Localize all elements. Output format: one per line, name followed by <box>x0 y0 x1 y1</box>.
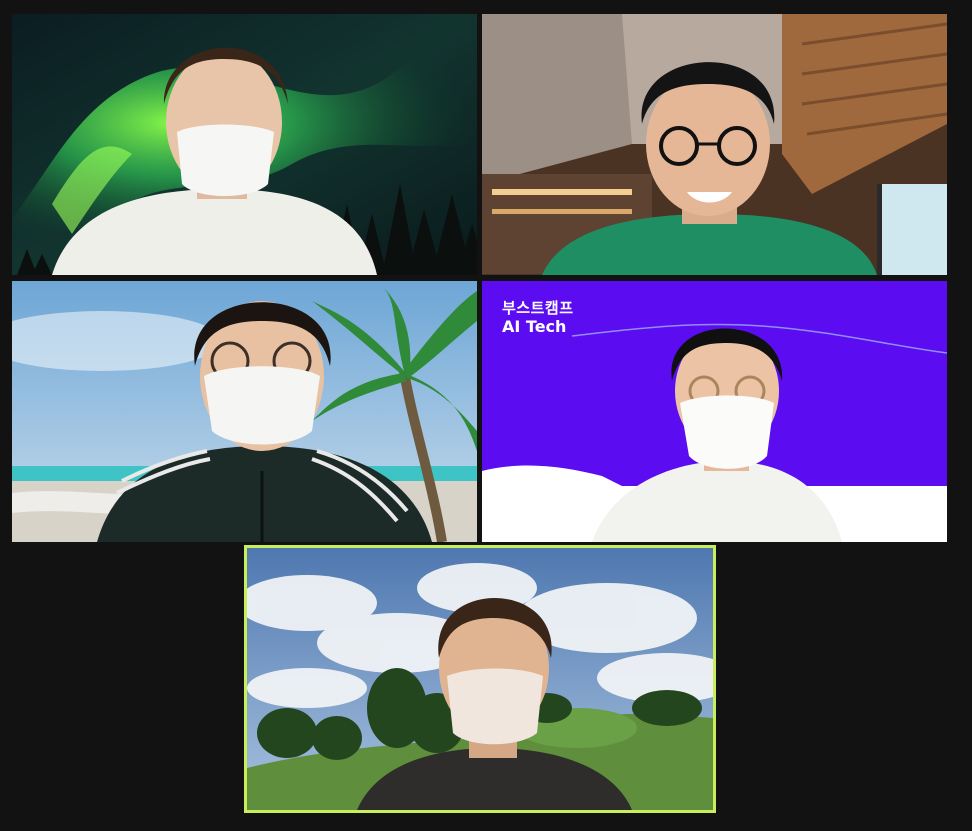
aurora-background <box>12 14 477 275</box>
ai-tech-title: AI Tech <box>502 317 567 336</box>
boostcamp-title: 부스트캠프 <box>502 299 574 317</box>
face-mask <box>204 366 320 445</box>
video-tile-participant-1[interactable] <box>12 14 477 275</box>
video-tile-participant-2[interactable] <box>482 14 947 275</box>
face-mask <box>177 124 274 196</box>
face-mask <box>447 668 543 745</box>
video-tile-participant-4[interactable]: 부스트캠프 AI Tech <box>482 281 947 542</box>
video-tile-participant-5-active-speaker[interactable] <box>244 545 716 813</box>
face-mask <box>680 395 774 469</box>
cafe-background <box>482 14 947 275</box>
window-pane <box>882 184 947 275</box>
beach-background <box>12 281 477 542</box>
video-tile-participant-3[interactable] <box>12 281 477 542</box>
park-background <box>247 548 713 810</box>
